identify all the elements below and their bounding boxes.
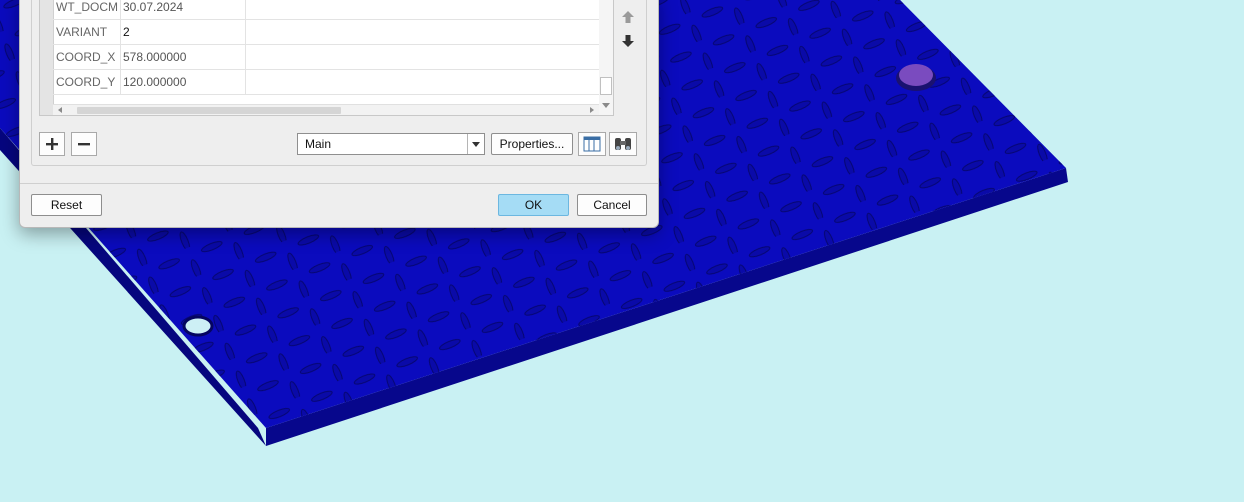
parameter-value-cell[interactable]: 30.07.2024 [121,0,246,19]
plus-icon [46,138,58,150]
parameter-name-cell[interactable]: COORD_X [53,45,121,69]
footer-separator [20,183,658,184]
binoculars-icon [615,138,631,150]
scroll-down-icon[interactable] [602,103,610,108]
vertical-scrollbar[interactable] [599,0,614,116]
table-row[interactable]: WT_DOCM 30.07.2024 [53,0,600,20]
parameter-value-cell[interactable]: 120.000000 [121,70,246,94]
arrow-down-icon [622,35,634,47]
reset-button[interactable]: Reset [31,194,102,216]
horizontal-scrollbar[interactable] [53,104,600,115]
parameters-table: WT_DOCM 30.07.2024 VARIANT 2 COORD_X 578… [39,0,601,116]
horizontal-scroll-thumb[interactable] [77,107,341,114]
scroll-left-icon[interactable] [58,107,62,113]
minus-icon [78,143,90,146]
columns-button[interactable] [578,132,606,156]
cancel-button[interactable]: Cancel [577,194,647,216]
row-header-column [40,0,54,115]
find-button[interactable] [609,132,637,156]
table-row[interactable]: COORD_X 578.000000 [53,45,600,70]
view-select-value: Main [305,137,332,151]
arrow-up-icon [622,11,634,23]
parameter-name-cell[interactable]: WT_DOCM [53,0,121,19]
parameters-dialog: WT_DOCM 30.07.2024 VARIANT 2 COORD_X 578… [19,0,659,228]
scroll-right-icon[interactable] [590,107,594,113]
mounting-hole [182,315,214,337]
parameter-value-cell[interactable]: 2 [121,20,246,44]
view-select[interactable]: Main [297,133,485,155]
properties-button[interactable]: Properties... [491,133,573,155]
remove-row-button[interactable] [71,132,97,156]
move-up-button[interactable] [618,7,638,27]
table-columns-icon [583,136,601,152]
vertical-scroll-thumb[interactable] [600,77,612,95]
ok-button[interactable]: OK [498,194,569,216]
move-down-button[interactable] [618,31,638,51]
table-row[interactable]: VARIANT 2 [53,20,600,45]
parameter-value-cell[interactable]: 578.000000 [121,45,246,69]
parameter-name-cell[interactable]: VARIANT [53,20,121,44]
parameter-name-cell[interactable]: COORD_Y [53,70,121,94]
chevron-down-icon[interactable] [467,134,484,154]
add-row-button[interactable] [39,132,65,156]
table-row[interactable]: COORD_Y 120.000000 [53,70,600,95]
